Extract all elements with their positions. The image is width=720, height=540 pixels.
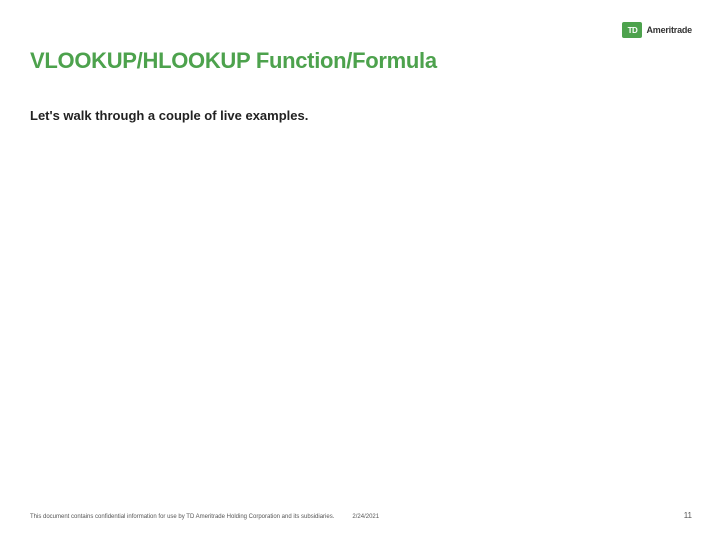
slide-footer: This document contains confidential info… [30, 511, 692, 520]
footer-disclaimer: This document contains confidential info… [30, 514, 334, 520]
brand-logo: Ameritrade [622, 22, 692, 38]
slide-title: VLOOKUP/HLOOKUP Function/Formula [30, 48, 437, 74]
footer-date: 2/24/2021 [352, 514, 379, 520]
td-logo-mark-icon [622, 22, 642, 38]
slide-body-text: Let's walk through a couple of live exam… [30, 108, 308, 123]
slide: Ameritrade VLOOKUP/HLOOKUP Function/Form… [0, 0, 720, 540]
footer-page-number: 11 [684, 511, 692, 520]
brand-name: Ameritrade [646, 25, 692, 35]
